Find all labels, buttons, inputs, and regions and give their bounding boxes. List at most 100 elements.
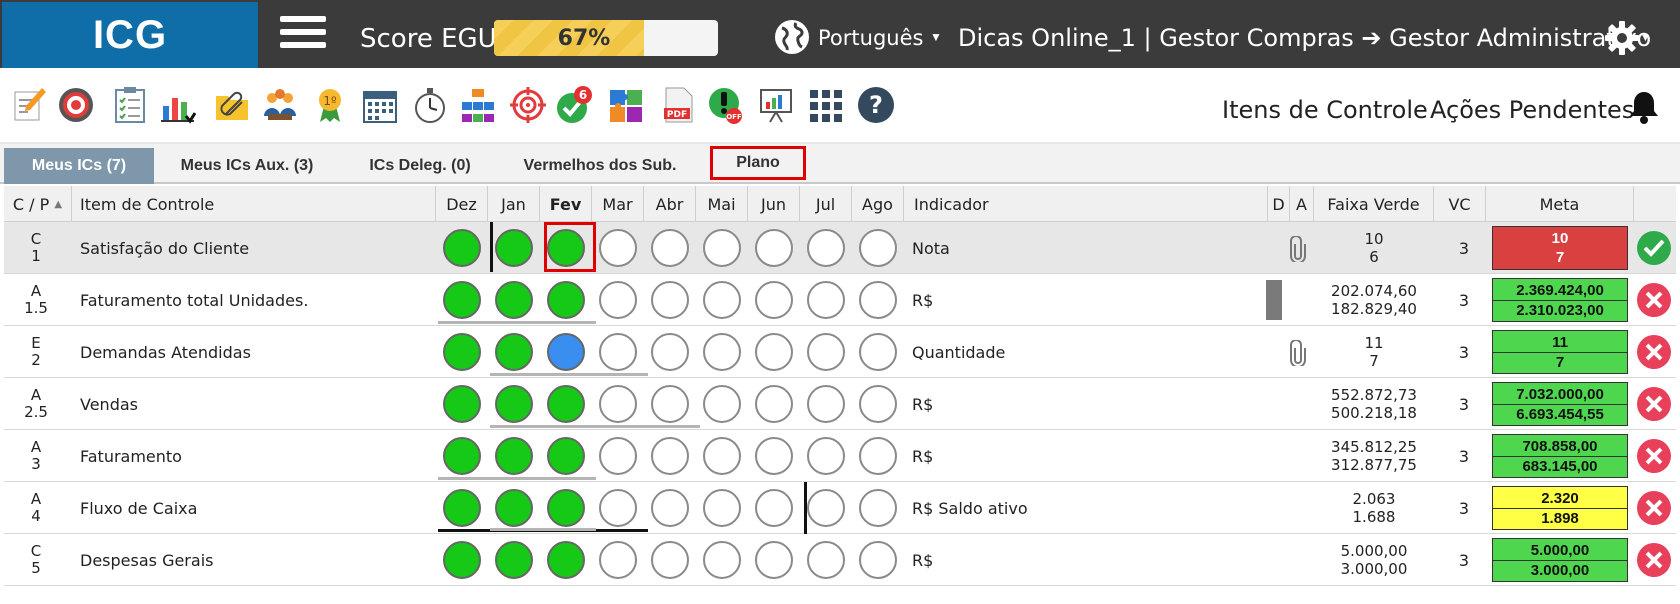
bell-icon[interactable] <box>1628 90 1660 124</box>
award-icon[interactable]: 1º <box>312 86 348 124</box>
language-selector[interactable]: Português <box>818 26 923 50</box>
col-d[interactable]: D <box>1268 186 1290 222</box>
meta-box[interactable]: 2.369.424,00 2.310.023,00 <box>1492 278 1628 322</box>
profile-breadcrumb[interactable]: Dicas Online_1 | Gestor Compras ➔ Gestor… <box>958 24 1651 52</box>
stopwatch-icon[interactable] <box>412 86 448 124</box>
tab-meus-ics-aux[interactable]: Meus ICs Aux. (3) <box>162 148 332 184</box>
month-status-dot[interactable] <box>807 281 845 319</box>
month-status-dot[interactable] <box>495 489 533 527</box>
month-status-dot[interactable] <box>807 333 845 371</box>
item-name[interactable]: Faturamento total Unidades. <box>80 274 308 326</box>
month-status-dot[interactable] <box>495 229 533 267</box>
org-chart-icon[interactable] <box>460 86 496 124</box>
month-status-dot[interactable] <box>807 385 845 423</box>
month-status-dot[interactable] <box>703 541 741 579</box>
settings-caret-icon[interactable]: ▼ <box>1640 32 1651 44</box>
month-status-dot[interactable] <box>599 385 637 423</box>
month-status-dot[interactable] <box>599 541 637 579</box>
col-a[interactable]: A <box>1290 186 1314 222</box>
month-status-dot[interactable] <box>599 489 637 527</box>
meta-box[interactable]: 708.858,00 683.145,00 <box>1492 434 1628 478</box>
chevron-down-icon[interactable]: ▼ <box>930 30 942 44</box>
close-icon[interactable] <box>1636 438 1672 474</box>
item-name[interactable]: Faturamento <box>80 430 182 482</box>
table-row[interactable]: E 2 Demandas Atendidas Quantidade 11 7 3 11 7 <box>4 326 1676 378</box>
month-status-dot[interactable] <box>443 281 481 319</box>
itens-de-controle-link[interactable]: Itens de Controle <box>1222 96 1428 124</box>
month-status-dot[interactable] <box>651 333 689 371</box>
globe-icon[interactable] <box>774 19 810 55</box>
item-name[interactable]: Satisfação do Cliente <box>80 222 249 274</box>
table-row[interactable]: A 2.5 Vendas R$ 552.872,73 500.218,18 3 7.032.0… <box>4 378 1676 430</box>
month-status-dot[interactable] <box>599 281 637 319</box>
month-status-dot[interactable] <box>703 437 741 475</box>
attachment-icon[interactable] <box>214 86 250 124</box>
paperclip-icon[interactable] <box>1290 236 1306 262</box>
col-indicator[interactable]: Indicador <box>906 186 1268 222</box>
table-row[interactable]: C 1 Satisfação do Cliente Nota 10 6 3 10 7 <box>4 222 1676 274</box>
month-status-dot[interactable] <box>859 281 897 319</box>
month-status-dot[interactable] <box>755 333 793 371</box>
month-status-dot[interactable] <box>599 333 637 371</box>
col-meta[interactable]: Meta <box>1486 186 1634 222</box>
month-status-dot[interactable] <box>755 437 793 475</box>
month-status-dot[interactable] <box>547 541 585 579</box>
table-row[interactable]: A 4 Fluxo de Caixa R$ Saldo ativo 2.063 1.688… <box>4 482 1676 534</box>
meta-box[interactable]: 10 7 <box>1492 226 1628 270</box>
approvals-icon[interactable]: 6 <box>556 86 592 124</box>
month-status-dot[interactable] <box>443 385 481 423</box>
col-month-mai[interactable]: Mai <box>696 186 748 222</box>
month-status-dot[interactable] <box>755 281 793 319</box>
month-status-dot[interactable] <box>443 541 481 579</box>
month-status-dot[interactable] <box>703 333 741 371</box>
col-month-jul[interactable]: Jul <box>800 186 852 222</box>
month-status-dot[interactable] <box>807 229 845 267</box>
month-status-dot[interactable] <box>651 385 689 423</box>
col-month-fev[interactable]: Fev <box>540 186 592 222</box>
crosshair-icon[interactable] <box>510 86 546 124</box>
calendar-icon[interactable] <box>362 86 398 124</box>
tab-vermelhos-dos-sub[interactable]: Vermelhos dos Sub. <box>512 148 688 184</box>
target-icon[interactable] <box>58 86 94 124</box>
meta-box[interactable]: 5.000,00 3.000,00 <box>1492 538 1628 582</box>
alert-off-icon[interactable]: OFF <box>708 86 744 124</box>
close-icon[interactable] <box>1636 282 1672 318</box>
edit-icon[interactable] <box>12 86 48 124</box>
meeting-icon[interactable] <box>262 86 298 124</box>
col-vc[interactable]: VC <box>1434 186 1486 222</box>
month-status-dot[interactable] <box>807 437 845 475</box>
month-status-dot[interactable] <box>703 281 741 319</box>
month-status-dot[interactable] <box>859 437 897 475</box>
month-status-dot[interactable] <box>703 229 741 267</box>
month-status-dot[interactable] <box>651 489 689 527</box>
month-status-dot[interactable] <box>547 333 585 371</box>
month-status-dot[interactable] <box>703 489 741 527</box>
month-status-dot[interactable] <box>495 541 533 579</box>
tab-ics-deleg[interactable]: ICs Deleg. (0) <box>350 148 490 184</box>
month-status-dot[interactable] <box>443 333 481 371</box>
close-icon[interactable] <box>1636 386 1672 422</box>
puzzle-icon[interactable] <box>608 86 644 124</box>
month-status-dot[interactable] <box>547 437 585 475</box>
month-status-dot[interactable] <box>443 489 481 527</box>
month-status-dot[interactable] <box>859 385 897 423</box>
check-icon[interactable] <box>1636 230 1672 266</box>
col-month-jun[interactable]: Jun <box>748 186 800 222</box>
month-status-dot[interactable] <box>547 385 585 423</box>
month-status-dot[interactable] <box>651 541 689 579</box>
app-logo[interactable]: ICG <box>2 2 258 68</box>
month-status-dot[interactable] <box>859 489 897 527</box>
chart-icon[interactable] <box>160 86 197 124</box>
pdf-icon[interactable]: PDF <box>660 86 696 124</box>
item-name[interactable]: Despesas Gerais <box>80 534 213 586</box>
month-status-dot[interactable] <box>755 489 793 527</box>
close-icon[interactable] <box>1636 542 1672 578</box>
month-status-dot[interactable] <box>859 229 897 267</box>
month-status-dot[interactable] <box>651 437 689 475</box>
col-month-jan[interactable]: Jan <box>488 186 540 222</box>
paperclip-icon[interactable] <box>1290 340 1306 366</box>
month-status-dot[interactable] <box>651 281 689 319</box>
col-month-dez[interactable]: Dez <box>436 186 488 222</box>
col-faixa-verde[interactable]: Faixa Verde <box>1314 186 1434 222</box>
month-status-dot[interactable] <box>495 437 533 475</box>
